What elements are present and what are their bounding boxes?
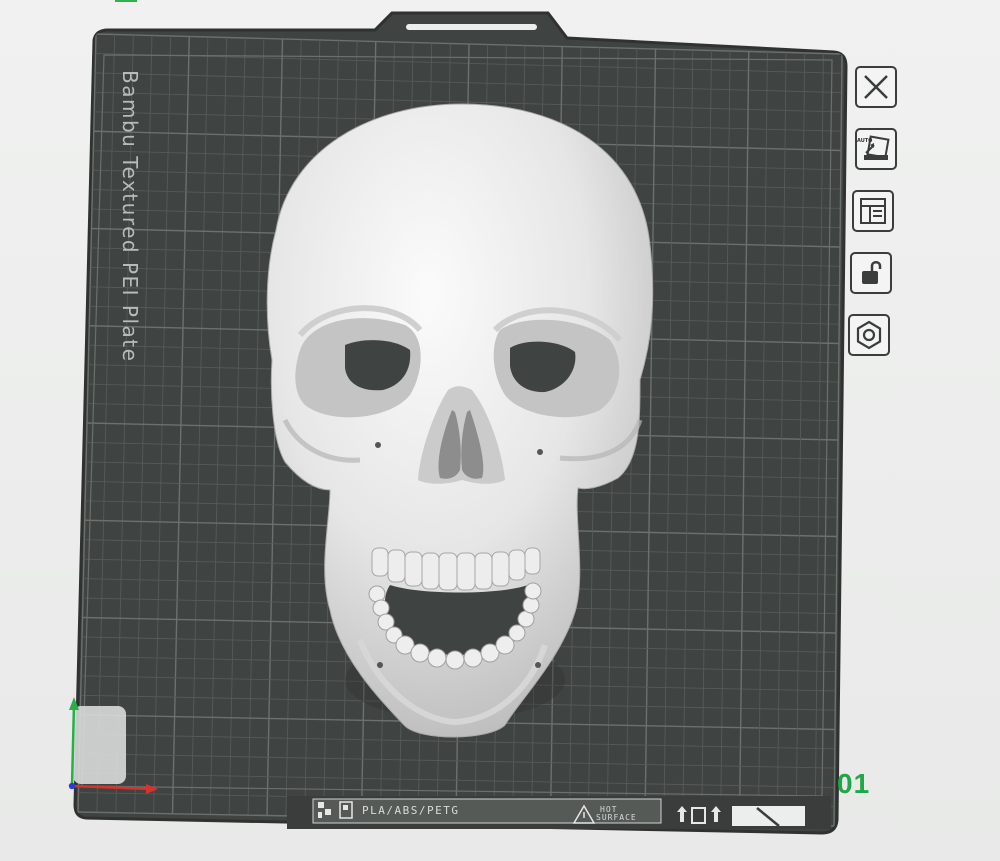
hex-nut-icon — [856, 320, 882, 350]
filament-types-label: PLA/ABS/PETG — [362, 804, 460, 817]
plate-number: 01 — [837, 768, 871, 799]
plate-layout-button[interactable] — [852, 190, 894, 232]
hot-surface-label: HOT SURFACE — [596, 806, 637, 822]
hot-surface-line2: SURFACE — [596, 813, 637, 822]
auto-badge: AUTO — [857, 138, 873, 144]
build-plate[interactable] — [0, 0, 1000, 861]
3d-viewport[interactable]: Bambu Textured PEI Plate AUTO 01 PLA/ABS… — [0, 0, 1000, 861]
plate-name-label: Bambu Textured PEI Plate — [118, 70, 142, 363]
remove-plate-button[interactable] — [855, 66, 897, 108]
close-icon — [864, 75, 888, 99]
unlock-icon — [862, 261, 882, 284]
plate-handle-slot — [406, 24, 537, 30]
plate-settings-button[interactable] — [848, 314, 890, 356]
layout-icon — [860, 198, 886, 224]
auto-orient-button[interactable] — [855, 128, 897, 170]
z-axis — [68, 782, 76, 790]
lock-plate-button[interactable] — [850, 252, 892, 294]
excluded-zone — [73, 706, 126, 784]
